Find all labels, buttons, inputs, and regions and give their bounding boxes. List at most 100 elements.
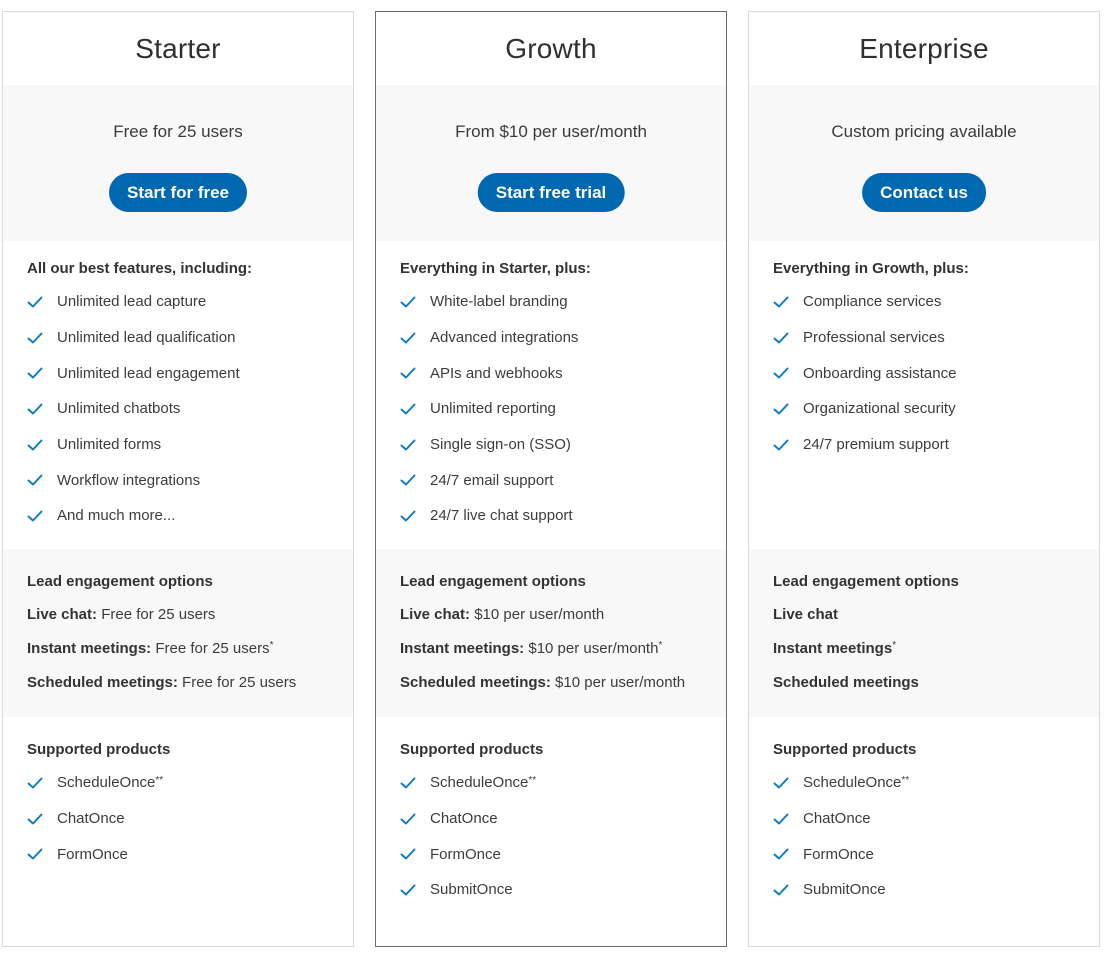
products-heading: Supported products (773, 741, 917, 758)
engagement-label: Scheduled meetings (773, 673, 919, 691)
feature-label: Single sign-on (SSO) (430, 436, 571, 454)
feature-label: 24/7 email support (430, 471, 554, 489)
products-list: ScheduleOnce ** ChatOnce FormOnce SubmitOnce (773, 765, 1099, 908)
checkmark-icon (400, 472, 416, 488)
checkmark-icon (773, 294, 789, 310)
feature-item: Unlimited chatbots (27, 391, 353, 427)
features-heading: All our best features, including: (27, 260, 253, 277)
product-name: ScheduleOnce (430, 774, 529, 792)
checkmark-icon (400, 811, 416, 827)
engagement-heading: Lead engagement options (773, 573, 959, 590)
feature-item: Organizational security (773, 391, 1099, 427)
feature-label: 24/7 premium support (803, 436, 949, 454)
products-section: Supported products ScheduleOnce ** ChatOnc… (376, 717, 726, 908)
engagement-price: $10 per user/month (524, 639, 659, 657)
checkmark-icon (27, 365, 43, 381)
feature-item: Unlimited lead engagement (27, 355, 353, 391)
plan-price: From $10 per user/month (455, 122, 647, 141)
engagement-label: Live chat: (27, 605, 98, 623)
feature-item: 24/7 live chat support (400, 498, 726, 534)
plan-name: Enterprise (859, 32, 989, 64)
checkmark-icon (773, 437, 789, 453)
pricing-plans: Starter Free for 25 users Start for free… (0, 0, 1108, 962)
plan-name: Starter (135, 32, 221, 64)
feature-label: 24/7 live chat support (430, 507, 573, 525)
feature-label: Advanced integrations (430, 329, 579, 347)
engagement-option: Live chat: Free for 25 users (27, 597, 353, 631)
products-list: ScheduleOnce ** ChatOnce FormOnce SubmitOnce (400, 765, 726, 908)
price-section: From $10 per user/month Start free trial (376, 85, 726, 241)
feature-label: Organizational security (803, 400, 956, 418)
feature-label: Professional services (803, 329, 945, 347)
feature-label: Onboarding assistance (803, 364, 957, 382)
feature-label: White-label branding (430, 293, 568, 311)
product-item: ChatOnce (27, 801, 353, 837)
checkmark-icon (27, 330, 43, 346)
checkmark-icon (27, 472, 43, 488)
feature-item: Onboarding assistance (773, 355, 1099, 391)
engagement-price: Free for 25 users (151, 639, 270, 657)
enterprise-cta-button[interactable]: Contact us (862, 173, 986, 212)
feature-item: Unlimited lead qualification (27, 320, 353, 356)
checkmark-icon (400, 846, 416, 862)
product-name: ScheduleOnce (803, 774, 902, 792)
engagement-label: Instant meetings: (400, 639, 525, 657)
product-item: SubmitOnce (400, 872, 726, 908)
product-name: ScheduleOnce (57, 774, 156, 792)
engagement-label: Live chat: (400, 605, 471, 623)
products-heading: Supported products (400, 741, 544, 758)
engagement-section: Lead engagement options Live chat: Free f… (3, 549, 353, 717)
engagement-option: Live chat (773, 597, 1099, 631)
engagement-price: $10 per user/month (470, 605, 605, 623)
checkmark-icon (27, 508, 43, 524)
feature-item: 24/7 premium support (773, 427, 1099, 463)
checkmark-icon (400, 401, 416, 417)
feature-item: Unlimited reporting (400, 391, 726, 427)
features-section: Everything in Starter, plus: White-label… (376, 241, 726, 549)
checkmark-icon (773, 775, 789, 791)
product-name: ChatOnce (57, 810, 125, 828)
checkmark-icon (400, 365, 416, 381)
feature-item: Advanced integrations (400, 320, 726, 356)
product-name: ChatOnce (430, 810, 498, 828)
engagement-label: Live chat (773, 605, 839, 623)
feature-label: Unlimited lead capture (57, 293, 207, 311)
engagement-price: Free for 25 users (177, 673, 297, 691)
checkmark-icon (27, 437, 43, 453)
feature-label: Unlimited reporting (430, 400, 556, 418)
feature-item: Single sign-on (SSO) (400, 427, 726, 463)
product-item: ScheduleOnce ** (773, 765, 1099, 801)
engagement-option: Scheduled meetings: Free for 25 users (27, 665, 353, 699)
engagement-heading: Lead engagement options (27, 573, 213, 590)
features-list: White-label branding Advanced integration… (400, 284, 726, 534)
engagement-section: Lead engagement options Live chat Instant … (749, 549, 1099, 717)
features-heading: Everything in Starter, plus: (400, 260, 591, 277)
product-item: ScheduleOnce ** (27, 765, 353, 801)
product-name: FormOnce (803, 845, 874, 863)
checkmark-icon (400, 294, 416, 310)
feature-label: Unlimited chatbots (57, 400, 181, 418)
plan-card-enterprise: Enterprise Custom pricing available Cont… (748, 11, 1100, 947)
product-item: SubmitOnce (773, 872, 1099, 908)
feature-label: Unlimited lead engagement (57, 364, 240, 382)
product-item: ScheduleOnce ** (400, 765, 726, 801)
checkmark-icon (773, 330, 789, 346)
products-heading: Supported products (27, 741, 171, 758)
feature-item: Compliance services (773, 284, 1099, 320)
plan-price: Free for 25 users (113, 122, 243, 141)
product-name: SubmitOnce (803, 881, 886, 899)
growth-cta-button[interactable]: Start free trial (477, 173, 625, 212)
checkmark-icon (773, 811, 789, 827)
product-item: FormOnce (27, 836, 353, 872)
feature-label: Compliance services (803, 293, 942, 311)
product-name: SubmitOnce (430, 881, 513, 899)
price-section: Custom pricing available Contact us (749, 85, 1099, 241)
engagement-section: Lead engagement options Live chat: $10 pe… (376, 549, 726, 717)
starter-cta-button[interactable]: Start for free (108, 173, 248, 212)
products-list: ScheduleOnce ** ChatOnce FormOnce (27, 765, 353, 872)
checkmark-icon (400, 330, 416, 346)
products-section: Supported products ScheduleOnce ** ChatOnc… (3, 717, 353, 872)
feature-label: Unlimited forms (57, 436, 162, 454)
engagement-option: Instant meetings: $10 per user/month * (400, 639, 663, 657)
features-section: All our best features, including: Unlimi… (3, 241, 353, 549)
